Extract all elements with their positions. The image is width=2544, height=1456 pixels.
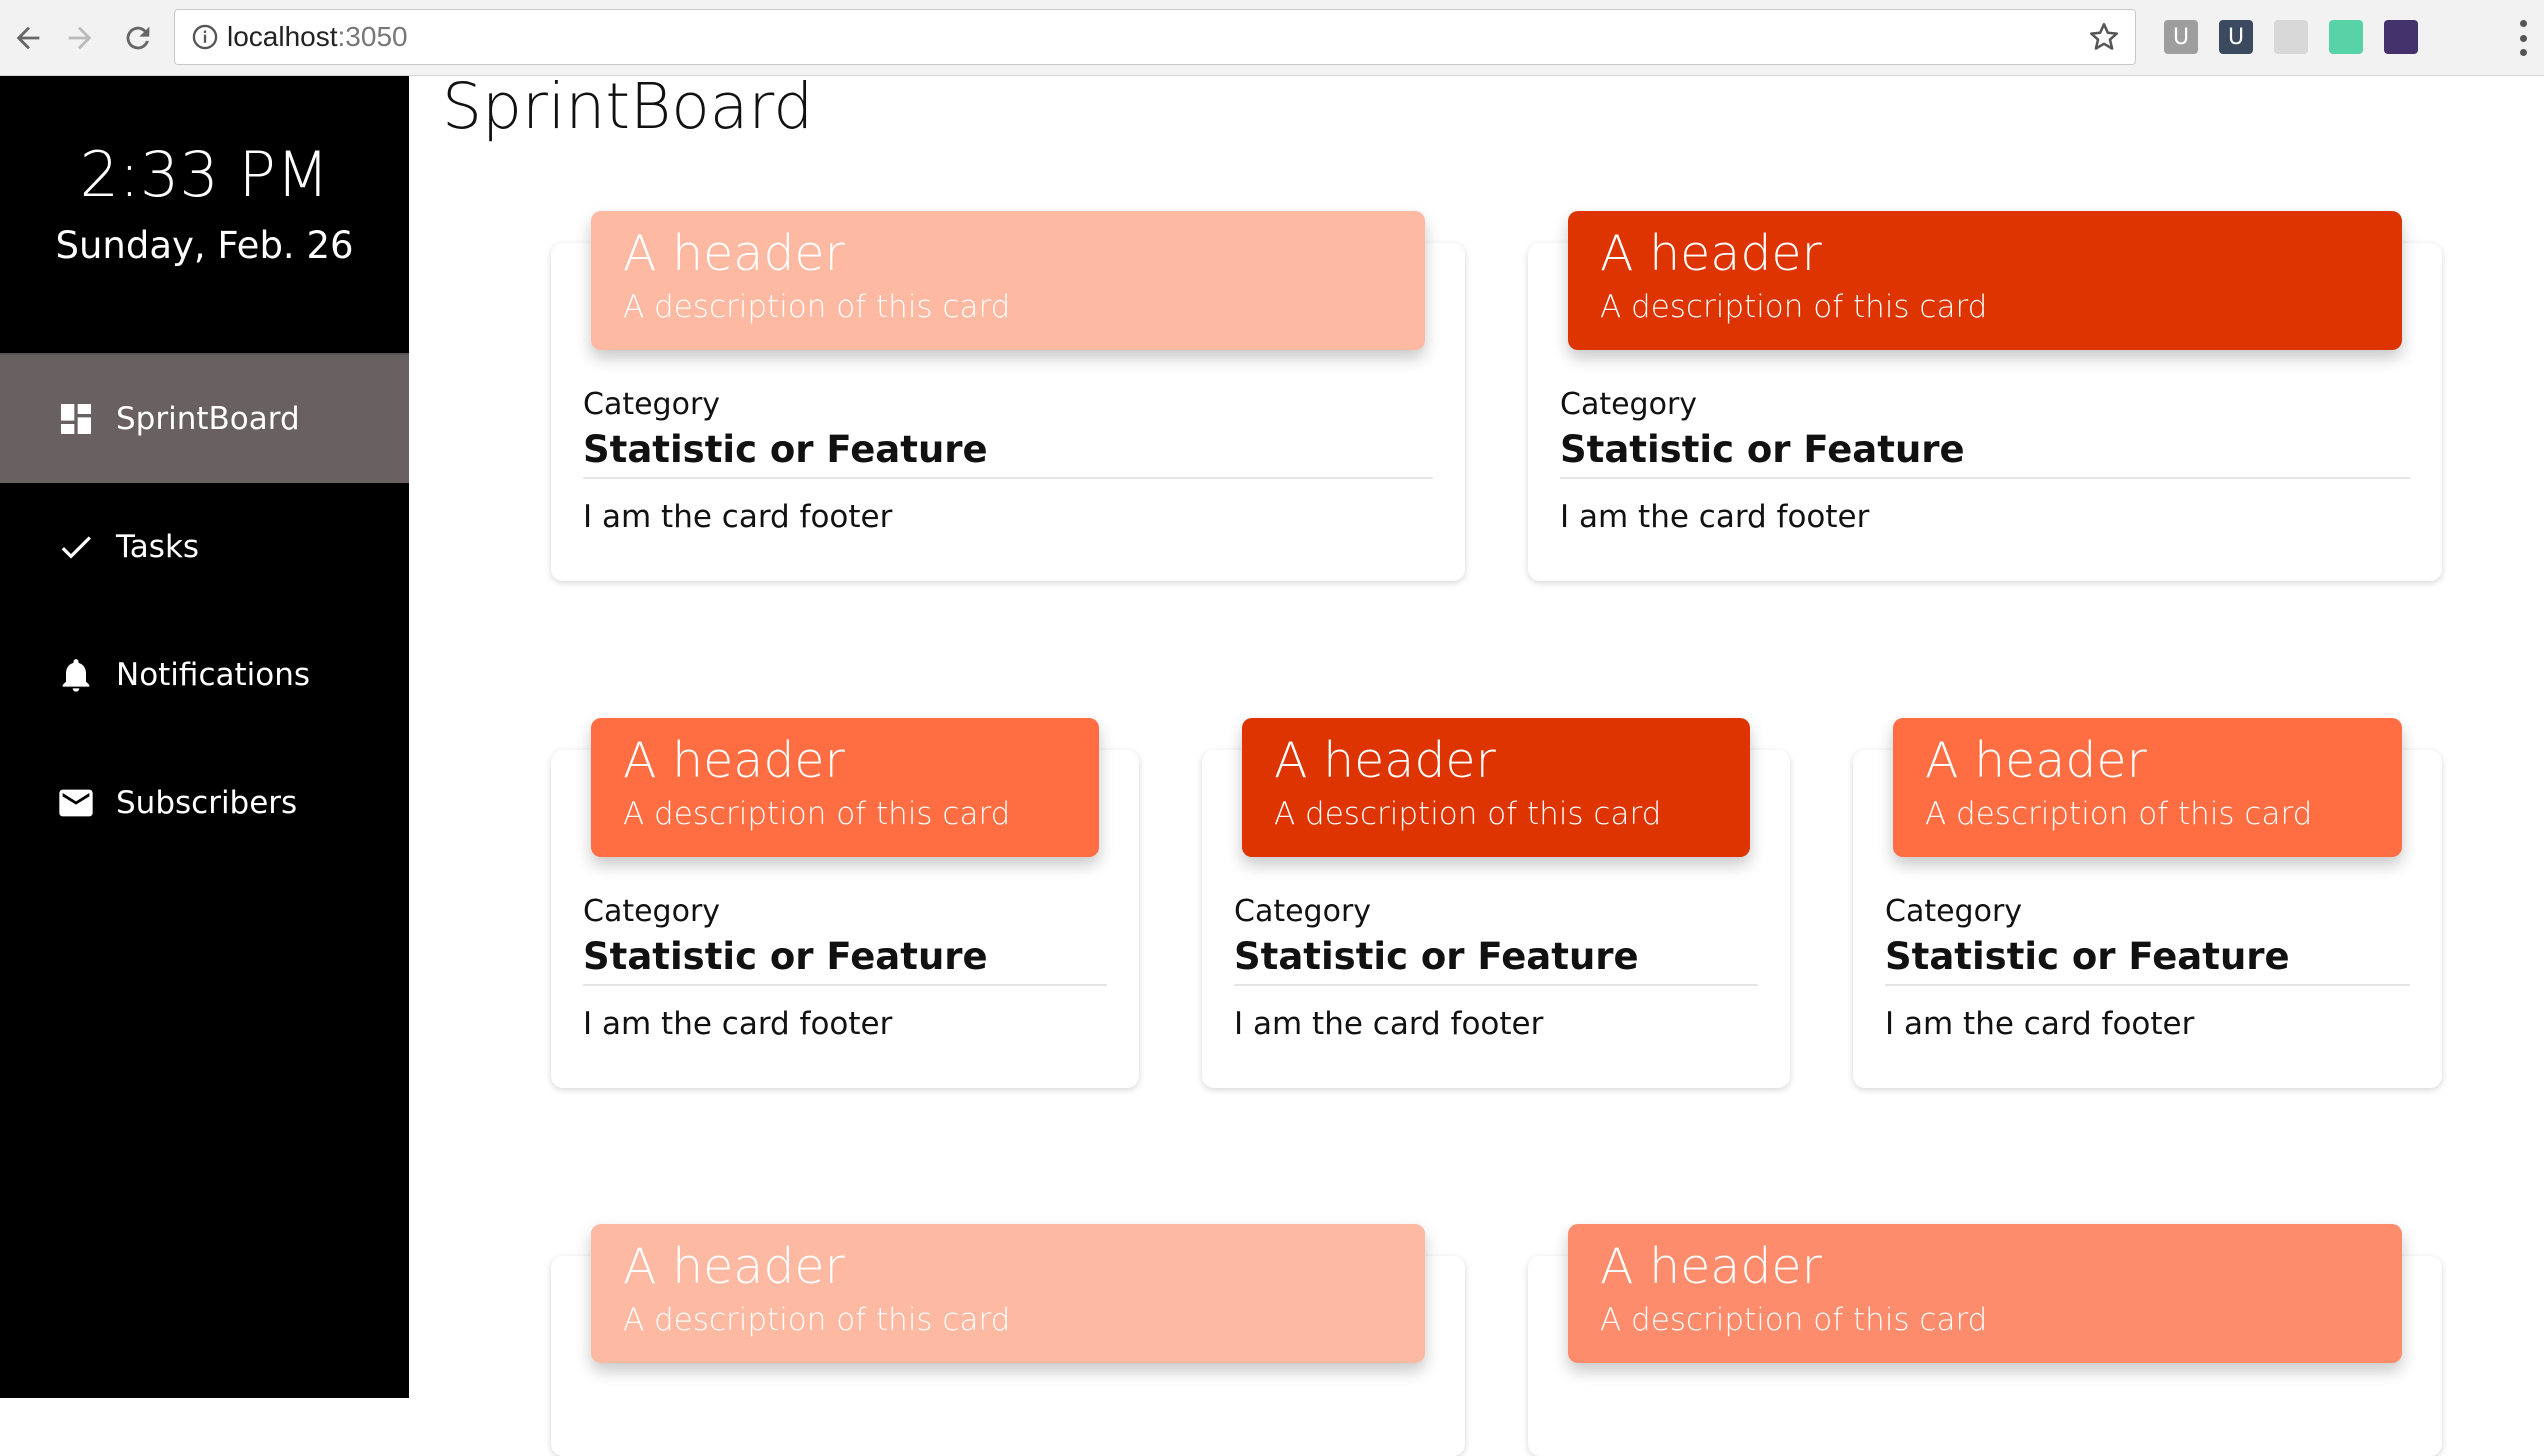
- back-button[interactable]: [4, 14, 52, 62]
- sidebar-item-label: Tasks: [116, 529, 200, 565]
- envelope-icon: [59, 789, 93, 817]
- u-extension-icon[interactable]: U: [2164, 20, 2198, 54]
- card: A header A description of this card: [1528, 1224, 2442, 1456]
- redux-extension-icon[interactable]: [2384, 20, 2418, 54]
- card-header: A header A description of this card: [1893, 718, 2402, 857]
- card-header-title: A header: [1600, 225, 1822, 282]
- card-statistic: Statistic or Feature: [583, 935, 1107, 986]
- color-wheel-extension-icon[interactable]: [2329, 20, 2363, 54]
- card-header: A header A description of this card: [591, 1224, 1425, 1363]
- card-body: Category Statistic or Feature I am the car…: [1560, 387, 2410, 535]
- bookmark-star-icon[interactable]: [2087, 20, 2121, 54]
- card-statistic: Statistic or Feature: [1560, 428, 2410, 479]
- card-header-title: A header: [1274, 732, 1496, 789]
- card-body: Category Statistic or Feature I am the car…: [1885, 894, 2410, 1042]
- card-category: Category: [1234, 894, 1372, 929]
- bell-icon: [62, 659, 90, 692]
- react-extension-icon[interactable]: [2274, 20, 2308, 54]
- reload-button[interactable]: [114, 14, 162, 62]
- card-statistic: Statistic or Feature: [1234, 935, 1758, 986]
- card-category: Category: [1885, 894, 2023, 929]
- card-header-title: A header: [623, 732, 845, 789]
- card-body: Category Statistic or Feature I am the car…: [1234, 894, 1758, 1042]
- card: A header A description of this card Catego…: [551, 718, 1139, 1088]
- card-footer: I am the card footer: [583, 499, 893, 535]
- forward-button[interactable]: [56, 14, 104, 62]
- card-footer: I am the card footer: [583, 1006, 893, 1042]
- dashboard-icon: [61, 404, 91, 434]
- clock-time: 2:33 PM: [79, 138, 330, 211]
- sidebar-item-sprintboard[interactable]: SprintBoard: [0, 355, 409, 483]
- sidebar-item-label: SprintBoard: [116, 401, 300, 437]
- browser-toolbar: localhost:3050 UU: [0, 0, 2544, 76]
- card-header: A header A description of this card: [1242, 718, 1750, 857]
- card-header-title: A header: [623, 225, 845, 282]
- checkmark-icon: [61, 536, 91, 559]
- card-header: A header A description of this card: [591, 211, 1425, 350]
- sidebar-item-tasks[interactable]: Tasks: [0, 483, 409, 611]
- clock-date: Sunday, Feb. 26: [55, 224, 354, 267]
- reload-icon: [126, 26, 150, 50]
- card-header-description: A description of this card: [623, 289, 1011, 325]
- card-header-title: A header: [1600, 1238, 1822, 1295]
- sidebar: 2:33 PM Sunday, Feb. 26 SprintBoard Task…: [0, 76, 409, 1398]
- card-header-description: A description of this card: [1274, 796, 1662, 832]
- card-header-description: A description of this card: [623, 1302, 1011, 1338]
- card-header-title: A header: [1925, 732, 2147, 789]
- card: A header A description of this card: [551, 1224, 1465, 1456]
- card-category: Category: [583, 387, 721, 422]
- card-header-description: A description of this card: [1925, 796, 2313, 832]
- card-statistic: Statistic or Feature: [1885, 935, 2410, 986]
- card-header-description: A description of this card: [623, 796, 1011, 832]
- url-port: :3050: [337, 21, 408, 52]
- page-title: SprintBoard: [442, 70, 814, 143]
- card-header: A header A description of this card: [1568, 211, 2402, 350]
- card-header-title: A header: [623, 1238, 845, 1295]
- card: A header A description of this card Catego…: [1853, 718, 2442, 1088]
- card-footer: I am the card footer: [1885, 1006, 2195, 1042]
- browser-menu-icon[interactable]: [2516, 20, 2530, 56]
- card-statistic: Statistic or Feature: [583, 428, 1433, 479]
- card: A header A description of this card Catego…: [1528, 211, 2442, 581]
- card-body: Category Statistic or Feature I am the car…: [583, 894, 1107, 1042]
- card-category: Category: [1560, 387, 1698, 422]
- sidebar-item-label: Subscribers: [116, 785, 298, 821]
- card-header: A header A description of this card: [591, 718, 1099, 857]
- u-shield-extension-icon[interactable]: U: [2219, 20, 2253, 54]
- sidebar-item-notifications[interactable]: Notifications: [0, 611, 409, 739]
- forward-arrow-icon: [68, 26, 92, 50]
- address-bar[interactable]: localhost:3050: [174, 9, 2136, 65]
- url-host: localhost: [227, 21, 338, 52]
- back-arrow-icon: [16, 26, 40, 50]
- card: A header A description of this card Catego…: [551, 211, 1465, 581]
- card-footer: I am the card footer: [1234, 1006, 1544, 1042]
- sidebar-item-subscribers[interactable]: Subscribers: [0, 739, 409, 867]
- card-header-description: A description of this card: [1600, 1302, 1988, 1338]
- card-header: A header A description of this card: [1568, 1224, 2402, 1363]
- info-icon[interactable]: [191, 23, 219, 51]
- card: A header A description of this card Catego…: [1202, 718, 1790, 1088]
- card-footer: I am the card footer: [1560, 499, 1870, 535]
- card-category: Category: [583, 894, 721, 929]
- sidebar-item-label: Notifications: [116, 657, 311, 693]
- url-text: localhost:3050: [227, 21, 408, 53]
- screenshot-extension-icon[interactable]: [2439, 20, 2473, 54]
- card-body: Category Statistic or Feature I am the car…: [583, 387, 1433, 535]
- card-header-description: A description of this card: [1600, 289, 1988, 325]
